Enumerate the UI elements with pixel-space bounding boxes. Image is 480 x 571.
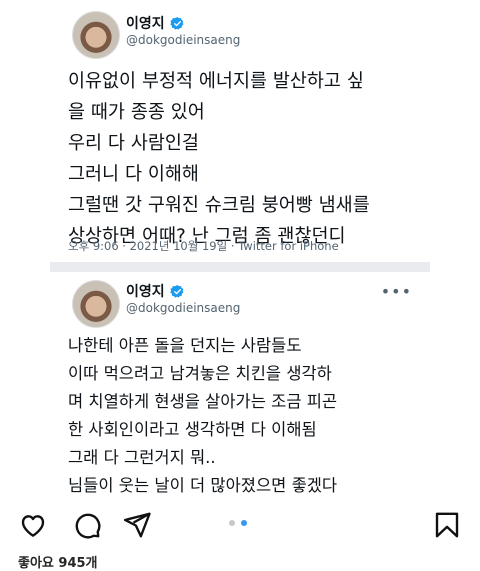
tweet-line: 며 치열하게 현생을 살아가는 조금 피곤 xyxy=(68,392,338,411)
comment-icon[interactable] xyxy=(72,510,102,540)
handle[interactable]: @dokgodieinsaeng xyxy=(126,33,240,47)
tweet-line: 나한테 아픈 돌을 던지는 사람들도 xyxy=(68,336,302,355)
share-icon[interactable] xyxy=(122,510,152,540)
tweet-time[interactable]: 오후 9:06 xyxy=(68,239,119,253)
bookmark-icon[interactable] xyxy=(432,510,462,540)
tweet-line: 그래 다 그런거지 뭐.. xyxy=(68,448,216,467)
more-icon[interactable]: ••• xyxy=(381,282,412,301)
tweet-source[interactable]: Twitter for iPhone xyxy=(238,239,339,253)
tweet-line: 우리 다 사람인걸 xyxy=(68,133,199,154)
heart-icon[interactable] xyxy=(18,510,48,540)
name-row: 이영지 xyxy=(126,13,185,33)
tweet-card-1: 이영지 @dokgodieinsaeng 이유없이 부정적 에너지를 발산하고 … xyxy=(50,0,430,262)
avatar[interactable] xyxy=(72,11,120,59)
tweet-text: 이유없이 부정적 에너지를 발산하고 싶 을 때가 종종 있어 우리 다 사람인… xyxy=(68,66,428,252)
tweet-line: 이따 먹으려고 남겨놓은 치킨을 생각하 xyxy=(68,364,332,383)
likes-count[interactable]: 좋아요 945개 xyxy=(18,552,98,571)
tweet-date[interactable]: 2021년 10월 19일 xyxy=(130,239,228,253)
meta-separator: · xyxy=(122,239,130,253)
tweet-line: 을 때가 종종 있어 xyxy=(68,102,205,123)
verified-icon xyxy=(169,284,184,298)
tweet-line: 한 사회인이라고 생각하면 다 이해됨 xyxy=(68,420,317,439)
tweet-line: 그러니 다 이해해 xyxy=(68,164,199,185)
tweet-meta: 오후 9:06 · 2021년 10월 19일 · Twitter for iP… xyxy=(68,238,339,254)
display-name[interactable]: 이영지 xyxy=(126,281,165,301)
tweet-line: 이유없이 부정적 에너지를 발산하고 싶 xyxy=(68,71,364,92)
carousel-indicator xyxy=(229,520,247,526)
divider xyxy=(50,262,430,272)
avatar[interactable] xyxy=(72,280,120,328)
verified-icon xyxy=(169,16,184,30)
tweet-text: 나한테 아픈 돌을 던지는 사람들도 이따 먹으려고 남겨놓은 치킨을 생각하 … xyxy=(68,332,428,500)
tweet-card-2: 이영지 @dokgodieinsaeng ••• 나한테 아픈 돌을 던지는 사… xyxy=(50,272,430,495)
display-name[interactable]: 이영지 xyxy=(126,13,165,33)
carousel-dot-active xyxy=(241,520,247,526)
carousel-dot xyxy=(229,520,235,526)
handle[interactable]: @dokgodieinsaeng xyxy=(126,301,240,315)
post-action-bar xyxy=(0,504,480,544)
tweet-line: 그럴땐 갓 구워진 슈크림 붕어빵 냄새를 xyxy=(68,195,370,216)
name-row: 이영지 xyxy=(126,281,185,301)
tweet-line: 님들이 웃는 날이 더 많아졌으면 좋겠다 xyxy=(68,476,338,495)
